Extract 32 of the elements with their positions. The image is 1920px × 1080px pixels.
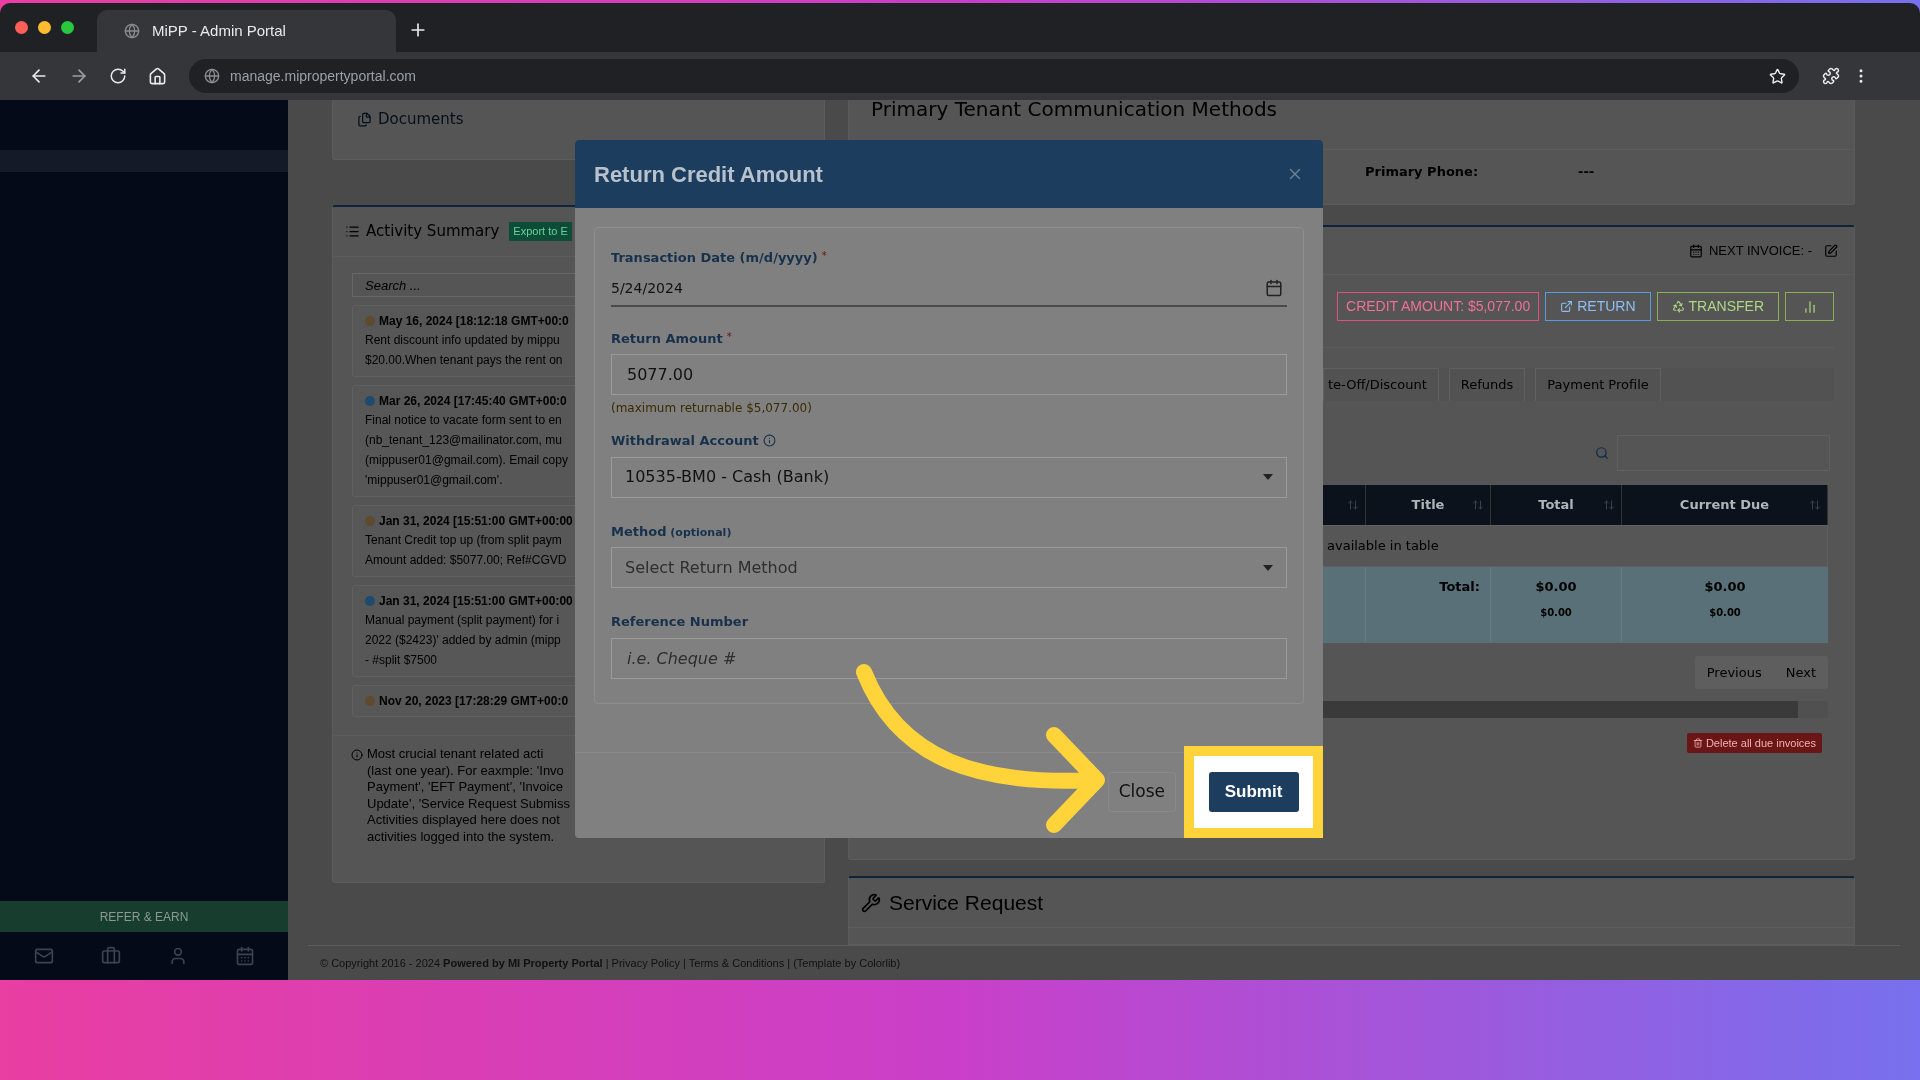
field-value: ---	[1578, 163, 1595, 181]
total-value: $0.00	[1535, 578, 1577, 596]
panel-title: Activity Summary	[366, 221, 500, 243]
field-label: Method (optional)	[611, 522, 732, 541]
field-label: Primary Phone:	[1365, 163, 1480, 181]
panel-title: Primary Tenant Communication Methods	[871, 96, 1277, 123]
field-hint: (maximum returnable $5,077.00)	[611, 400, 813, 417]
entry-text: Rent discount info updated by mippu $20.00.When tenant pays the rent on	[365, 332, 563, 369]
empty-message: available in table	[1327, 537, 1439, 556]
entry-text: Final notice to vacate form sent to en (nb_tenant_123@mailinator.com, mu (mippuser01@gmail.com). Email copy 'mippuser01@gmail.com'.	[365, 412, 568, 489]
subtotal-value: $0.00	[1540, 605, 1572, 620]
total-label: Total:	[1439, 578, 1480, 596]
field-label: Return Amount	[611, 329, 723, 348]
dialog-title: Return Credit Amount	[594, 160, 823, 189]
entry-date: Mar 26, 2024 [17:45:40 GMT+00:0	[379, 393, 567, 410]
entry-text: Manual payment (split payment) for i 2022 ($2423)' added by admin (mipp - #split $7500	[365, 612, 561, 669]
required-mark: *	[821, 249, 827, 263]
entry-text: Tenant Credit top up (from split paym Amount added: $5077.00; Ref#CGVD	[365, 532, 567, 569]
entry-date: Jan 31, 2024 [15:51:00 GMT+00:00	[379, 513, 573, 530]
notice-text: Most crucial tenant related acti (last one year). For eaxmple: 'Invo Payment', 'EFT Payment', 'Invoice Update', 'Service Request Submiss Activities displayed here does not activities logged into the system.	[367, 746, 570, 846]
entry-date: Nov 20, 2023 [17:28:29 GMT+00:0	[379, 693, 569, 710]
entry-date: May 16, 2024 [18:12:18 GMT+00:0	[379, 313, 569, 330]
total-value: $0.00	[1704, 578, 1746, 596]
field-label: Withdrawal Account	[611, 432, 759, 450]
subtotal-value: $0.00	[1709, 605, 1741, 620]
panel-title: Service Request	[889, 889, 1044, 916]
field-label: Transaction Date (m/d/yyyy)	[611, 249, 818, 267]
required-mark: *	[726, 329, 732, 344]
next-invoice-label: NEXT INVOICE: -	[1708, 241, 1812, 260]
credit-amount-badge: CREDIT AMOUNT: $5,077.00	[1337, 292, 1540, 321]
entry-date: Jan 31, 2024 [15:51:00 GMT+00:00	[379, 593, 573, 610]
field-label: Reference Number	[611, 613, 749, 631]
